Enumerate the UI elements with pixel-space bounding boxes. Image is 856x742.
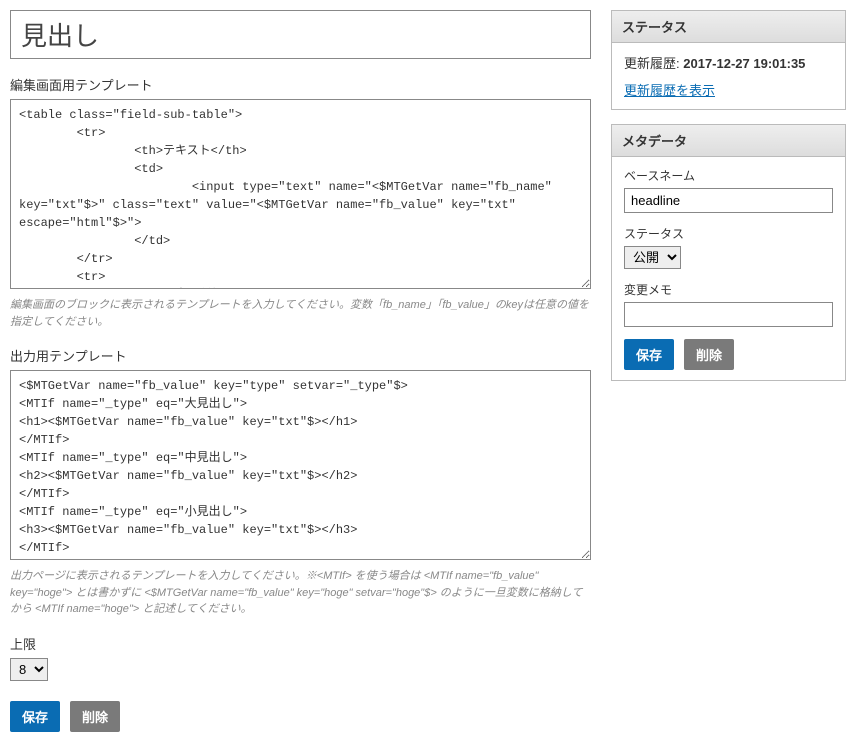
side-delete-button[interactable]: 削除 xyxy=(684,339,734,370)
show-history-link[interactable]: 更新履歴を表示 xyxy=(624,83,715,98)
memo-input[interactable] xyxy=(624,302,833,327)
status-panel-title: ステータス xyxy=(612,11,845,43)
output-template-textarea[interactable] xyxy=(10,370,591,560)
basename-input[interactable] xyxy=(624,188,833,213)
memo-label: 変更メモ xyxy=(624,281,833,298)
output-template-label: 出力用テンプレート xyxy=(10,346,591,365)
save-button[interactable]: 保存 xyxy=(10,701,60,732)
status-panel: ステータス 更新履歴: 2017-12-27 19:01:35 更新履歴を表示 xyxy=(611,10,846,110)
metadata-panel-title: メタデータ xyxy=(612,125,845,157)
limit-select[interactable]: 8 xyxy=(10,658,48,681)
history-label: 更新履歴: xyxy=(624,56,680,71)
status-select[interactable]: 公開 xyxy=(624,246,681,269)
title-input[interactable] xyxy=(10,10,591,59)
history-timestamp: 2017-12-27 19:01:35 xyxy=(683,56,805,71)
history-line: 更新履歴: 2017-12-27 19:01:35 xyxy=(624,53,833,72)
edit-template-label: 編集画面用テンプレート xyxy=(10,75,591,94)
output-template-hint: 出力ページに表示されるテンプレートを入力してください。※<MTIf> を使う場合… xyxy=(10,568,591,618)
edit-template-textarea[interactable] xyxy=(10,99,591,289)
edit-template-hint: 編集画面のブロックに表示されるテンプレートを入力してください。変数「fb_nam… xyxy=(10,297,591,330)
limit-label: 上限 xyxy=(10,634,591,653)
status-label: ステータス xyxy=(624,225,833,242)
basename-label: ベースネーム xyxy=(624,167,833,184)
metadata-panel: メタデータ ベースネーム ステータス 公開 変更メモ 保存 xyxy=(611,124,846,381)
delete-button[interactable]: 削除 xyxy=(70,701,120,732)
side-save-button[interactable]: 保存 xyxy=(624,339,674,370)
